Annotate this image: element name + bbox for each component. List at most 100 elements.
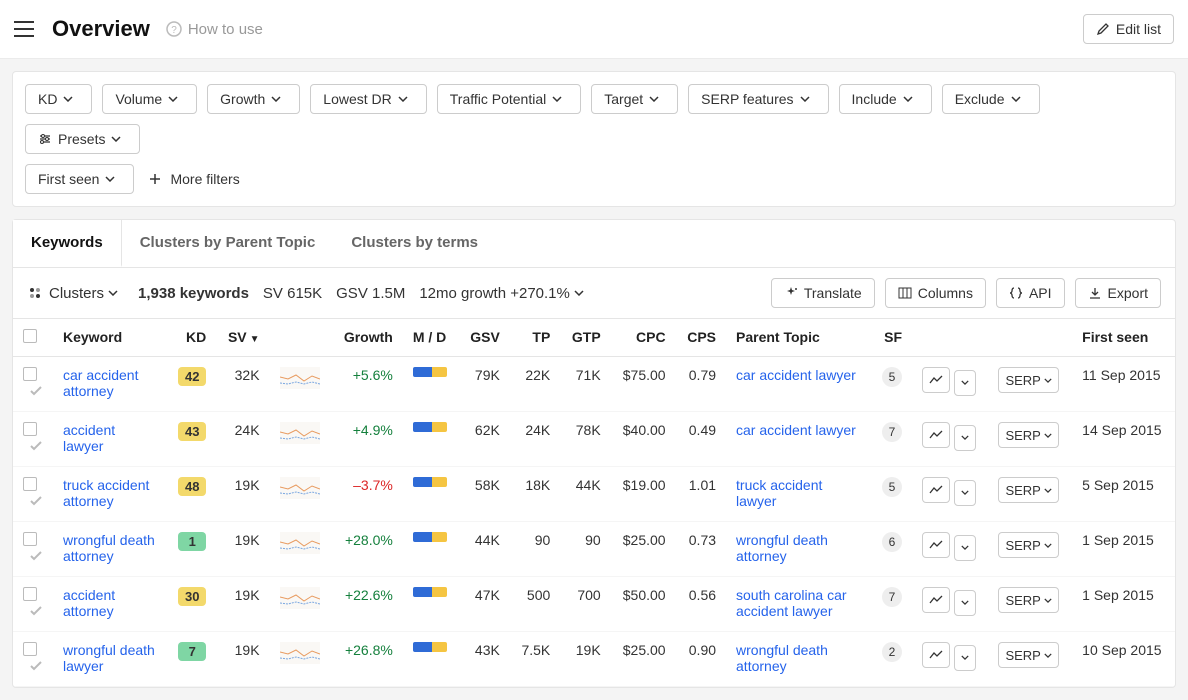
parent-topic-link[interactable]: car accident lawyer	[736, 367, 856, 383]
serp-button[interactable]: SERP	[998, 422, 1059, 448]
trend-icon	[929, 650, 943, 660]
keyword-link[interactable]: wrongful death attorney	[63, 532, 155, 564]
chevron-down-icon	[552, 96, 562, 102]
more-filters-button[interactable]: More filters	[144, 165, 243, 193]
col-trend[interactable]	[270, 319, 332, 357]
trend-icon	[929, 430, 943, 440]
col-first-seen[interactable]: First seen	[1072, 319, 1175, 357]
approve-icon[interactable]	[29, 604, 43, 618]
parent-topic-link[interactable]: wrongful death attorney	[736, 532, 828, 564]
how-to-use-link[interactable]: ? How to use	[166, 21, 263, 38]
tab-clusters-parent[interactable]: Clusters by Parent Topic	[122, 220, 334, 267]
braces-icon	[1009, 286, 1023, 300]
col-growth[interactable]: Growth	[332, 319, 403, 357]
filter-lowest-dr[interactable]: Lowest DR	[310, 84, 426, 114]
parent-topic-link[interactable]: truck accident lawyer	[736, 477, 822, 509]
approve-icon[interactable]	[29, 659, 43, 673]
tab-bar: Keywords Clusters by Parent Topic Cluste…	[13, 220, 1175, 268]
cpc-value: $75.00	[611, 357, 676, 412]
filter-first-seen[interactable]: First seen	[25, 164, 134, 194]
col-gtp[interactable]: GTP	[560, 319, 610, 357]
parent-topic-link[interactable]: car accident lawyer	[736, 422, 856, 438]
serp-button[interactable]: SERP	[998, 587, 1059, 613]
row-checkbox[interactable]	[23, 367, 37, 381]
edit-list-button[interactable]: Edit list	[1083, 14, 1174, 44]
first-seen-value: 1 Sep 2015	[1072, 522, 1175, 577]
cps-value: 0.79	[676, 357, 726, 412]
chevron-down-icon	[1044, 598, 1052, 603]
md-bar	[413, 532, 447, 542]
trend-button[interactable]	[922, 477, 950, 503]
row-checkbox[interactable]	[23, 642, 37, 656]
col-parent[interactable]: Parent Topic	[726, 319, 871, 357]
tab-clusters-terms[interactable]: Clusters by terms	[333, 220, 496, 267]
filter-serp-features[interactable]: SERP features	[688, 84, 828, 114]
export-button[interactable]: Export	[1075, 278, 1161, 308]
filter-traffic-potential[interactable]: Traffic Potential	[437, 84, 582, 114]
select-all-checkbox[interactable]	[23, 329, 37, 343]
filter-growth[interactable]: Growth	[207, 84, 300, 114]
filter-exclude[interactable]: Exclude	[942, 84, 1040, 114]
table-row: truck accident attorney 48 19K –3.7% 58K…	[13, 467, 1175, 522]
api-button[interactable]: API	[996, 278, 1065, 308]
col-tp[interactable]: TP	[510, 319, 560, 357]
filter-kd[interactable]: KD	[25, 84, 92, 114]
sf-badge: 7	[882, 422, 902, 442]
col-sv[interactable]: SV▼	[216, 319, 269, 357]
first-seen-value: 14 Sep 2015	[1072, 412, 1175, 467]
trend-button[interactable]	[922, 422, 950, 448]
tab-keywords[interactable]: Keywords	[13, 220, 122, 267]
col-serp	[988, 319, 1072, 357]
row-checkbox[interactable]	[23, 422, 37, 436]
trend-button[interactable]	[922, 367, 950, 393]
row-checkbox[interactable]	[23, 477, 37, 491]
approve-icon[interactable]	[29, 384, 43, 398]
col-kd[interactable]: KD	[167, 319, 217, 357]
approve-icon[interactable]	[29, 439, 43, 453]
row-checkbox[interactable]	[23, 532, 37, 546]
keyword-link[interactable]: truck accident attorney	[63, 477, 149, 509]
trend-dropdown[interactable]	[954, 480, 976, 506]
sv-value: 19K	[216, 467, 269, 522]
serp-button[interactable]: SERP	[998, 477, 1059, 503]
approve-icon[interactable]	[29, 549, 43, 563]
chevron-down-icon	[168, 96, 178, 102]
keyword-link[interactable]: accident lawyer	[63, 422, 115, 454]
col-gsv[interactable]: GSV	[459, 319, 510, 357]
keyword-link[interactable]: car accident attorney	[63, 367, 138, 399]
trend-dropdown[interactable]	[954, 590, 976, 616]
col-cps[interactable]: CPS	[676, 319, 726, 357]
col-cpc[interactable]: CPC	[611, 319, 676, 357]
serp-button[interactable]: SERP	[998, 367, 1059, 393]
approve-icon[interactable]	[29, 494, 43, 508]
serp-button[interactable]: SERP	[998, 642, 1059, 668]
filter-include[interactable]: Include	[839, 84, 932, 114]
filter-target[interactable]: Target	[591, 84, 678, 114]
parent-topic-link[interactable]: south carolina car accident lawyer	[736, 587, 847, 619]
growth-12mo-dropdown[interactable]: 12mo growth +270.1%	[419, 285, 584, 302]
row-checkbox[interactable]	[23, 587, 37, 601]
presets-button[interactable]: Presets	[25, 124, 140, 154]
trend-dropdown[interactable]	[954, 535, 976, 561]
translate-button[interactable]: Translate	[771, 278, 875, 308]
columns-button[interactable]: Columns	[885, 278, 986, 308]
sv-value: 24K	[216, 412, 269, 467]
trend-dropdown[interactable]	[954, 425, 976, 451]
parent-topic-link[interactable]: wrongful death attorney	[736, 642, 828, 674]
filter-volume[interactable]: Volume	[102, 84, 197, 114]
cps-value: 0.73	[676, 522, 726, 577]
trend-dropdown[interactable]	[954, 645, 976, 671]
keyword-link[interactable]: wrongful death lawyer	[63, 642, 155, 674]
keyword-link[interactable]: accident attorney	[63, 587, 115, 619]
col-keyword[interactable]: Keyword	[53, 319, 167, 357]
serp-button[interactable]: SERP	[998, 532, 1059, 558]
trend-button[interactable]	[922, 532, 950, 558]
trend-dropdown[interactable]	[954, 370, 976, 396]
trend-button[interactable]	[922, 642, 950, 668]
clusters-toggle[interactable]: Clusters	[27, 285, 124, 302]
col-sf[interactable]: SF	[871, 319, 912, 357]
tp-value: 22K	[510, 357, 560, 412]
trend-button[interactable]	[922, 587, 950, 613]
col-md[interactable]: M / D	[403, 319, 459, 357]
menu-icon[interactable]	[14, 21, 34, 37]
